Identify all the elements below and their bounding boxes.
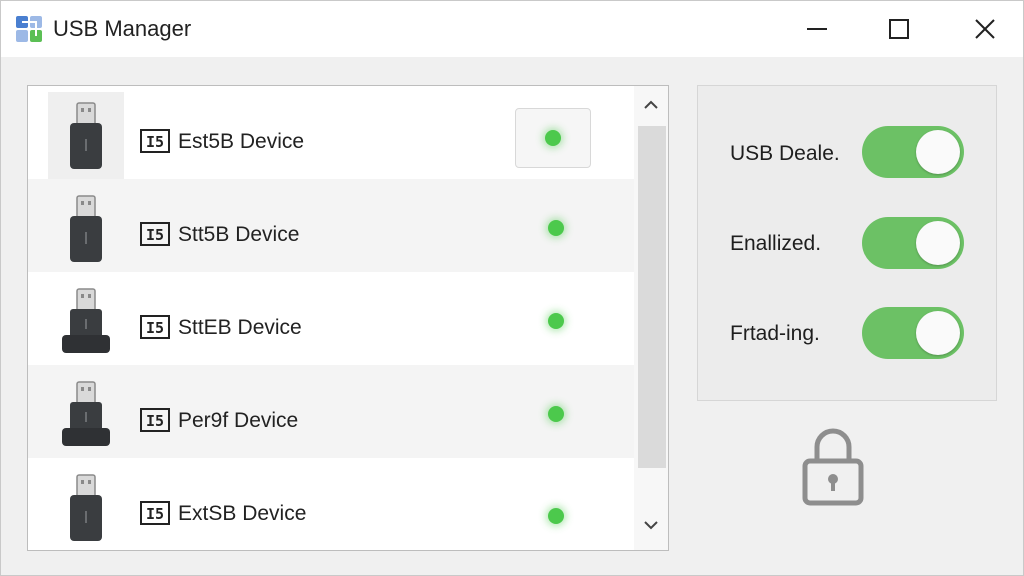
toggle-knob: [916, 311, 960, 355]
setting-label: Enallized.: [730, 232, 822, 255]
device-type-icon: I5: [140, 501, 170, 525]
title-bar: USB Manager: [1, 1, 1023, 57]
device-list-scrollbar[interactable]: [634, 86, 668, 550]
close-button[interactable]: [955, 1, 1015, 57]
chevron-down-icon[interactable]: [642, 516, 660, 534]
usb-drive-icon: [62, 288, 110, 353]
usb-manager-app-icon: [16, 16, 42, 42]
device-thumbnail: [48, 464, 124, 550]
toggle-switch[interactable]: [862, 217, 964, 269]
device-list: I5 Est5B Device I5 Stt5B Device I5 SttEB…: [27, 85, 669, 551]
usb-stick-icon: [70, 102, 102, 169]
toggle-switch[interactable]: [862, 126, 964, 178]
window-title: USB Manager: [53, 16, 192, 41]
device-thumbnail: [48, 371, 124, 459]
maximize-button[interactable]: [869, 1, 929, 57]
toggle-knob: [916, 221, 960, 265]
status-indicator-box: [515, 108, 591, 168]
minimize-button[interactable]: [787, 1, 847, 57]
device-label: Stt5B Device: [178, 223, 300, 246]
scrollbar-thumb[interactable]: [638, 126, 666, 468]
svg-text:I5: I5: [146, 412, 164, 430]
setting-label: Frtad-ing.: [730, 322, 820, 345]
chevron-up-icon[interactable]: [642, 96, 660, 114]
device-type-icon: I5: [140, 408, 170, 432]
toggle-switch[interactable]: [862, 307, 964, 359]
device-row[interactable]: I5 Stt5B Device: [28, 179, 634, 272]
device-type-icon: I5: [140, 129, 170, 153]
svg-text:I5: I5: [146, 226, 164, 244]
minimize-icon: [807, 28, 827, 30]
svg-text:I5: I5: [146, 319, 164, 337]
svg-text:I5: I5: [146, 505, 164, 523]
status-dot: [548, 313, 564, 329]
device-thumbnail: [48, 185, 124, 273]
svg-text:I5: I5: [146, 133, 164, 151]
status-dot: [548, 508, 564, 524]
device-type-icon: I5: [140, 315, 170, 339]
toggle-knob: [916, 130, 960, 174]
usb-stick-icon: [70, 195, 102, 262]
device-label: Est5B Device: [178, 130, 305, 153]
usb-manager-window: USB Manager I5 Est5B Device I5 Stt5B Dev…: [0, 0, 1024, 576]
device-row[interactable]: I5 SttEB Device: [28, 272, 634, 365]
device-label: SttEB Device: [178, 316, 302, 339]
device-thumbnail: [48, 278, 124, 366]
device-thumbnail: [48, 92, 124, 180]
device-label: ExtSB Device: [178, 502, 307, 525]
settings-panel: USB Deale. Enallized. Frtad-ing.: [697, 85, 997, 401]
usb-stick-icon: [70, 474, 102, 541]
device-row[interactable]: I5 Est5B Device: [28, 86, 634, 180]
status-dot: [548, 406, 564, 422]
usb-drive-icon: [62, 381, 110, 446]
status-dot: [548, 220, 564, 236]
device-row[interactable]: I5 Per9f Device: [28, 365, 634, 458]
status-dot: [545, 130, 561, 146]
setting-label: USB Deale.: [730, 142, 840, 165]
device-label: Per9f Device: [178, 409, 299, 432]
close-icon: [975, 19, 995, 39]
maximize-icon: [889, 19, 909, 39]
device-type-icon: I5: [140, 222, 170, 246]
device-row[interactable]: I5 ExtSB Device: [28, 458, 634, 550]
padlock-icon[interactable]: [801, 425, 865, 507]
